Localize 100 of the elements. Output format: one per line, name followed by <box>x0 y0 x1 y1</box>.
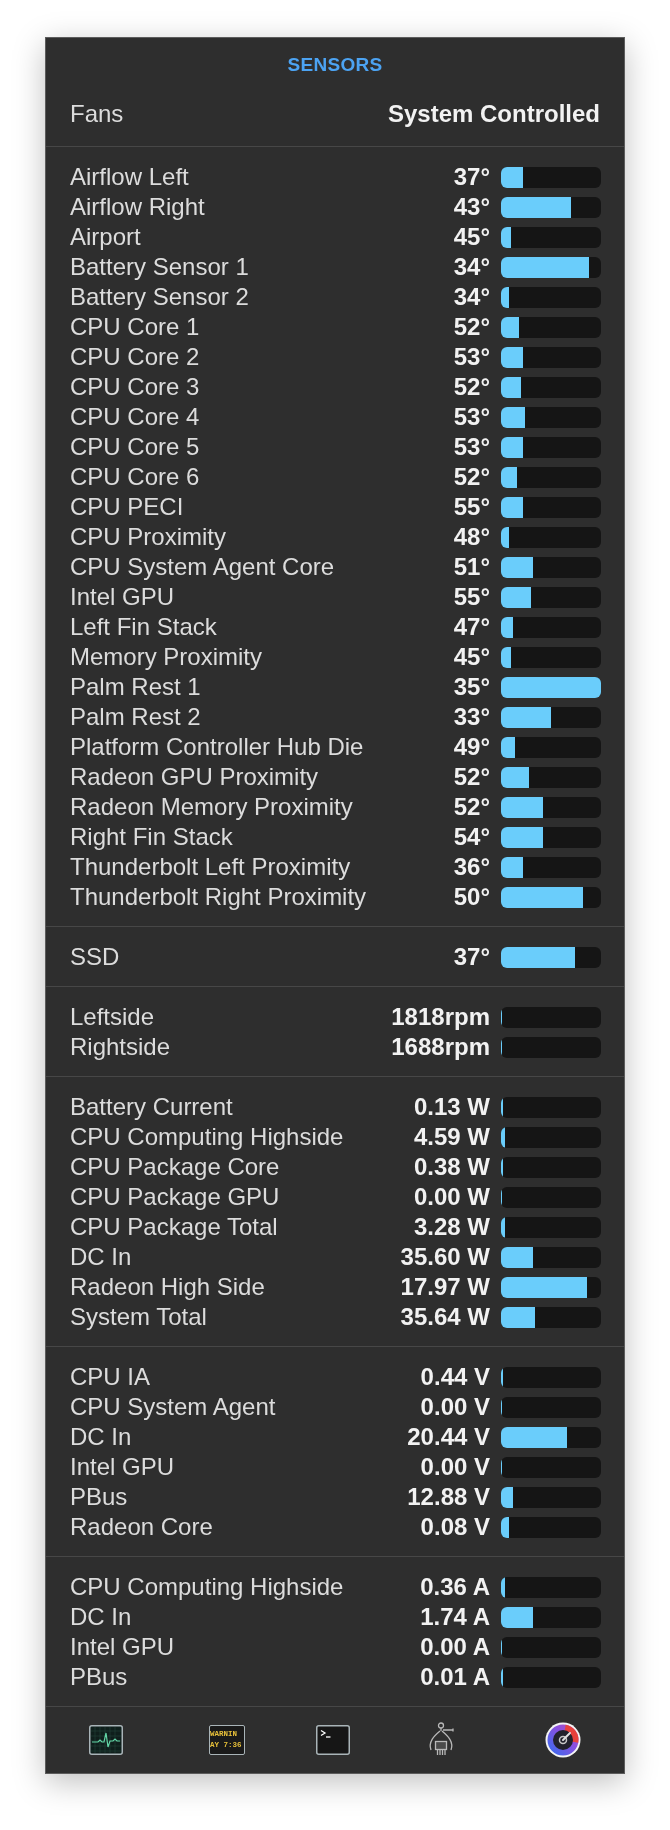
sensor-reading: 34° <box>453 252 490 282</box>
sensor-name: PBus <box>70 1482 129 1512</box>
sensor-name: CPU Core 2 <box>70 342 201 372</box>
sensor-name: CPU Package Total <box>70 1212 279 1242</box>
sensor-name: Radeon Core <box>70 1512 214 1542</box>
sensor-name: CPU PECI <box>70 492 185 522</box>
terminal-button[interactable] <box>316 1725 350 1755</box>
sensor-reading: 55° <box>453 582 490 612</box>
sensor-name: CPU System Agent Core <box>70 552 336 582</box>
sensor-reading: 1818rpm <box>391 1002 490 1032</box>
sensor-reading: 55° <box>453 492 490 522</box>
sensor-name: DC In <box>70 1422 133 1452</box>
sensor-name: Left Fin Stack <box>70 612 218 642</box>
sensor-reading: 52° <box>453 312 490 342</box>
sensor-reading: 0.38 W <box>413 1152 490 1182</box>
sensor-reading: 35.60 W <box>400 1242 490 1272</box>
sensor-name: CPU Proximity <box>70 522 227 552</box>
sensor-name: Airflow Right <box>70 192 206 222</box>
sensor-name: CPU System Agent <box>70 1392 277 1422</box>
sensor-name: Radeon GPU Proximity <box>70 762 320 792</box>
sensor-name: Thunderbolt Left Proximity <box>70 852 352 882</box>
sensor-reading: 35° <box>453 672 490 702</box>
sensor-name: CPU Computing Highside <box>70 1122 345 1152</box>
sensor-name: Airflow Left <box>70 162 190 192</box>
sensor-name: CPU Core 1 <box>70 312 201 342</box>
sensor-name: Battery Sensor 2 <box>70 282 250 312</box>
sensor-reading: 0.36 A <box>420 1572 490 1602</box>
sensor-name: Palm Rest 2 <box>70 702 202 732</box>
sensor-reading: 0.08 V <box>420 1512 490 1542</box>
sensor-name: Intel GPU <box>70 1632 176 1662</box>
sensor-reading: 37° <box>453 942 490 972</box>
sensor-reading: 52° <box>453 792 490 822</box>
sensor-name: Thunderbolt Right Proximity <box>70 882 368 912</box>
sensor-name: Right Fin Stack <box>70 822 234 852</box>
sensor-reading: 52° <box>453 462 490 492</box>
heartbeat-monitor-icon <box>89 1725 123 1755</box>
sensor-name: Battery Sensor 1 <box>70 252 250 282</box>
fans-label: Fans <box>70 99 124 129</box>
sensor-reading: 37° <box>453 162 490 192</box>
sensor-name: Palm Rest 1 <box>70 672 202 702</box>
sensor-reading: 52° <box>453 762 490 792</box>
sensor-name: CPU Core 5 <box>70 432 201 462</box>
sensor-reading: 0.00 V <box>420 1392 490 1422</box>
sensor-name: Airport <box>70 222 142 252</box>
speedometer-icon <box>545 1722 581 1758</box>
sensor-reading: 17.97 W <box>400 1272 490 1302</box>
sensor-reading: 49° <box>453 732 490 762</box>
sensor-reading: 54° <box>453 822 490 852</box>
sensor-reading: 20.44 V <box>407 1422 490 1452</box>
sensor-reading: 43° <box>453 192 490 222</box>
sensor-reading: 45° <box>453 222 490 252</box>
sensor-reading: 0.44 V <box>420 1362 490 1392</box>
activity-monitor-button[interactable] <box>89 1725 123 1755</box>
sensor-reading: 0.13 W <box>413 1092 490 1122</box>
terminal-icon <box>316 1725 350 1755</box>
sensor-reading: 34° <box>453 282 490 312</box>
sensor-reading: 33° <box>453 702 490 732</box>
sensor-name: Leftside <box>70 1002 156 1032</box>
sensor-reading: 45° <box>453 642 490 672</box>
sensor-name: Rightside <box>70 1032 172 1062</box>
speedometer-button[interactable] <box>545 1722 581 1758</box>
sensor-reading: 1.74 A <box>420 1602 490 1632</box>
sensor-name: Intel GPU <box>70 582 176 612</box>
panel-title: SENSORS <box>287 53 383 77</box>
sensor-reading: 0.00 W <box>413 1182 490 1212</box>
sensor-reading: 4.59 W <box>413 1122 490 1152</box>
sensor-name: DC In <box>70 1242 133 1272</box>
sensor-name: CPU Computing Highside <box>70 1572 345 1602</box>
sensor-reading: 53° <box>453 342 490 372</box>
sensor-name: PBus <box>70 1662 129 1692</box>
sensor-reading: 36° <box>453 852 490 882</box>
sensor-name: Radeon High Side <box>70 1272 266 1302</box>
sensor-reading: 0.00 V <box>420 1452 490 1482</box>
sensor-name: Memory Proximity <box>70 642 263 672</box>
sensor-reading: 52° <box>453 372 490 402</box>
sensor-name: CPU Package Core <box>70 1152 281 1182</box>
sensor-reading: 3.28 W <box>413 1212 490 1242</box>
sensor-reading: 50° <box>453 882 490 912</box>
sensor-reading: 48° <box>453 522 490 552</box>
sensor-name: Battery Current <box>70 1092 234 1122</box>
sensor-name: System Total <box>70 1302 208 1332</box>
sensor-reading: 1688rpm <box>391 1032 490 1062</box>
sensor-name: CPU IA <box>70 1362 151 1392</box>
sensor-reading: 53° <box>453 402 490 432</box>
sensor-name: CPU Package GPU <box>70 1182 281 1212</box>
sensor-name: CPU Core 3 <box>70 372 201 402</box>
sensor-reading: 12.88 V <box>407 1482 490 1512</box>
sensor-reading: 35.64 W <box>400 1302 490 1332</box>
sensor-name: SSD <box>70 942 121 972</box>
fan-mode-value: System Controlled <box>387 99 600 129</box>
sensor-name: CPU Core 4 <box>70 402 201 432</box>
sensor-name: CPU Core 6 <box>70 462 201 492</box>
sensor-reading: 53° <box>453 432 490 462</box>
sensor-name: Intel GPU <box>70 1452 176 1482</box>
sensor-reading: 47° <box>453 612 490 642</box>
sensor-reading: 0.01 A <box>420 1662 490 1692</box>
sensor-name: Radeon Memory Proximity <box>70 792 354 822</box>
sensor-name: Platform Controller Hub Die <box>70 732 365 762</box>
sensor-name: DC In <box>70 1602 133 1632</box>
sensor-reading: 51° <box>453 552 490 582</box>
